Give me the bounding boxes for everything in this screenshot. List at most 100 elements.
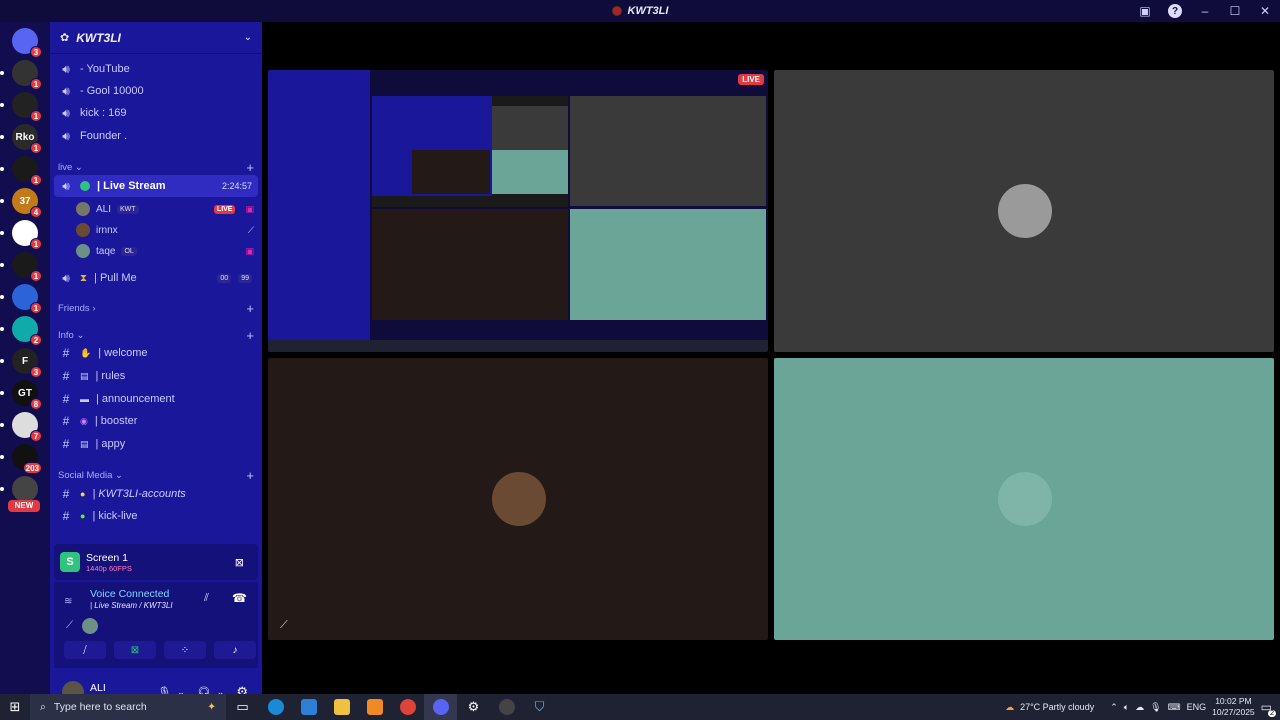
voice-channel-icon: 🔊︎ [62, 61, 70, 76]
category-social-media[interactable]: Social Media ⌄ + [58, 467, 254, 483]
channel-welcome[interactable]: # ✋ | welcome [54, 342, 258, 364]
channel-pull-me[interactable]: 🔊︎ ⧗ | Pull Me 00 99 [54, 267, 258, 289]
minimize-button[interactable]: – [1190, 0, 1220, 22]
chevron-up-icon[interactable]: ⌃ [1110, 702, 1118, 713]
noise-suppression-button[interactable]: ⫽ [204, 592, 209, 605]
add-channel-icon[interactable]: + [246, 160, 254, 175]
server-icon[interactable]: 1 [0, 92, 42, 122]
channel-kick-live[interactable]: # ● | kick-live [54, 505, 258, 527]
server-icon[interactable]: 1 [0, 252, 42, 282]
channel-gool[interactable]: 🔊︎ - Gool 10000 [54, 80, 258, 102]
voice-user-ali[interactable]: ALI KWT LIVE ▣ [76, 199, 254, 219]
soundboard-button[interactable]: ♪ [214, 641, 256, 659]
avatar [76, 244, 90, 258]
discord-home-icon[interactable]: 3 [12, 28, 42, 58]
help-button[interactable]: ? [1160, 0, 1190, 22]
channel-announcement[interactable]: # ▬ | announcement [54, 388, 258, 410]
obs-button[interactable] [490, 694, 523, 720]
server-icon[interactable] [0, 476, 38, 502]
server-rail: 3 1 1 Rko 1 1 37 4 1 1 1 2 F 3 GT 8 7 203 [0, 22, 50, 694]
screen-share-icon: S [60, 552, 80, 572]
store-button[interactable] [292, 694, 325, 720]
voice-channel-icon: 🔊︎ [62, 128, 70, 143]
emoji-icon: ▤ [80, 370, 89, 381]
stop-share-button[interactable]: ⊠ [235, 556, 244, 569]
server-icon[interactable]: 1 [0, 220, 42, 250]
discord-button[interactable] [424, 694, 457, 720]
nested-tile-teal [570, 209, 766, 320]
steam-button[interactable]: ⚙ [457, 694, 490, 720]
server-label: Rko [15, 131, 35, 143]
guild-header[interactable]: ✿ KWT3LI ⌄ [50, 22, 262, 54]
mic-icon[interactable]: 🎙︎ [1150, 702, 1161, 713]
add-channel-icon[interactable]: + [246, 301, 254, 316]
add-channel-icon[interactable]: + [246, 328, 254, 343]
screen-share-panel: S Screen 1 1440p 60FPS ⊠ [54, 544, 258, 580]
volume-icon[interactable]: 🔈︎ [1124, 702, 1129, 713]
channel-youtube[interactable]: 🔊︎ - YouTube [54, 58, 258, 80]
language-indicator[interactable]: ENG [1187, 702, 1207, 712]
channel-accounts[interactable]: # ● | KWT3LI-accounts [54, 483, 258, 505]
voice-user-irnnx[interactable]: irnnx ⟋ [76, 220, 254, 240]
maximize-button[interactable]: ☐ [1220, 0, 1250, 22]
emoji-icon: ◉ [80, 415, 88, 426]
server-icon[interactable]: Rko 1 [0, 124, 42, 154]
chevron-down-icon: ⌄ [243, 32, 252, 43]
server-icon[interactable]: 1 [0, 284, 42, 314]
app-button[interactable] [358, 694, 391, 720]
activities-button[interactable]: ⁘ [164, 641, 206, 659]
participant-tile-teal[interactable] [774, 358, 1274, 640]
channel-live-stream[interactable]: 🔊︎ | Live Stream 2:24:57 [54, 175, 258, 197]
participant-avatar [82, 618, 98, 634]
screen-icon[interactable]: ▣ [1130, 0, 1160, 22]
explorer-button[interactable] [325, 694, 358, 720]
cloud-icon[interactable]: ☁ [1135, 702, 1144, 713]
server-icon[interactable]: 1 [0, 156, 42, 186]
video-button[interactable]: ⧸ [64, 641, 106, 659]
keyboard-icon[interactable]: ⌨ [1168, 702, 1181, 713]
user-tag: KWT [117, 204, 139, 214]
server-icon[interactable]: 37 4 [0, 188, 42, 218]
disconnect-button[interactable]: ☎ [232, 591, 247, 605]
nested-sidebar [268, 70, 370, 340]
channel-sidebar: ✿ KWT3LI ⌄ 🔊︎ - YouTube 🔊︎ - Gool 10000 🔊︎… [50, 22, 262, 704]
unread-pip [0, 135, 4, 139]
emoji-icon: ● [80, 511, 86, 521]
participant-tile-brown[interactable]: ⟋ [268, 358, 768, 640]
chrome-button[interactable] [391, 694, 424, 720]
server-icon[interactable]: 203 [0, 444, 42, 474]
help-icon: ? [1168, 4, 1182, 18]
channel-booster[interactable]: # ◉ | booster [54, 410, 258, 432]
category-live[interactable]: live ⌄ + [58, 159, 254, 175]
guild-name: KWT3LI [76, 30, 121, 45]
participant-avatar [998, 472, 1052, 526]
task-view-button[interactable]: ▭ [226, 694, 259, 720]
channel-rules[interactable]: # ▤ | rules [54, 365, 258, 387]
server-icon[interactable]: 1 [0, 60, 42, 90]
participant-tile-gray[interactable] [774, 70, 1274, 352]
close-button[interactable]: ✕ [1250, 0, 1280, 22]
server-icon[interactable]: GT 8 [0, 380, 42, 410]
server-icon[interactable]: F3 [0, 348, 42, 378]
channel-kick[interactable]: 🔊︎ kick : 169 [54, 102, 258, 124]
add-channel-icon[interactable]: + [246, 468, 254, 483]
shield-button[interactable]: ⛉ [523, 694, 556, 720]
channel-label: - YouTube [80, 63, 130, 75]
weather-text[interactable]: 27°C Partly cloudy [1020, 702, 1094, 712]
channel-founder[interactable]: 🔊︎ Founder . [54, 125, 258, 147]
new-badge: NEW [8, 500, 40, 512]
edge-button[interactable] [259, 694, 292, 720]
start-button[interactable]: ⊞ [0, 694, 30, 720]
stream-tile[interactable]: LIVE [268, 70, 768, 352]
clock[interactable]: 10:02 PM 10/27/2025 [1212, 696, 1255, 718]
screen-button[interactable]: ⊠ [114, 641, 156, 659]
notification-icon[interactable]: ▭ 2 [1261, 700, 1276, 717]
voice-user-taqe[interactable]: taqe OL ▣ [76, 241, 254, 261]
category-label: Friends [58, 302, 90, 314]
channel-appy[interactable]: # ▤ | appy [54, 433, 258, 455]
category-friends[interactable]: Friends › + [58, 300, 254, 316]
taskbar-search[interactable]: ⌕ Type here to search ✦ [30, 694, 226, 720]
server-icon[interactable]: 7 [0, 412, 42, 442]
server-icon[interactable]: 2 [0, 316, 42, 346]
category-info[interactable]: Info ⌄ + [58, 327, 254, 343]
